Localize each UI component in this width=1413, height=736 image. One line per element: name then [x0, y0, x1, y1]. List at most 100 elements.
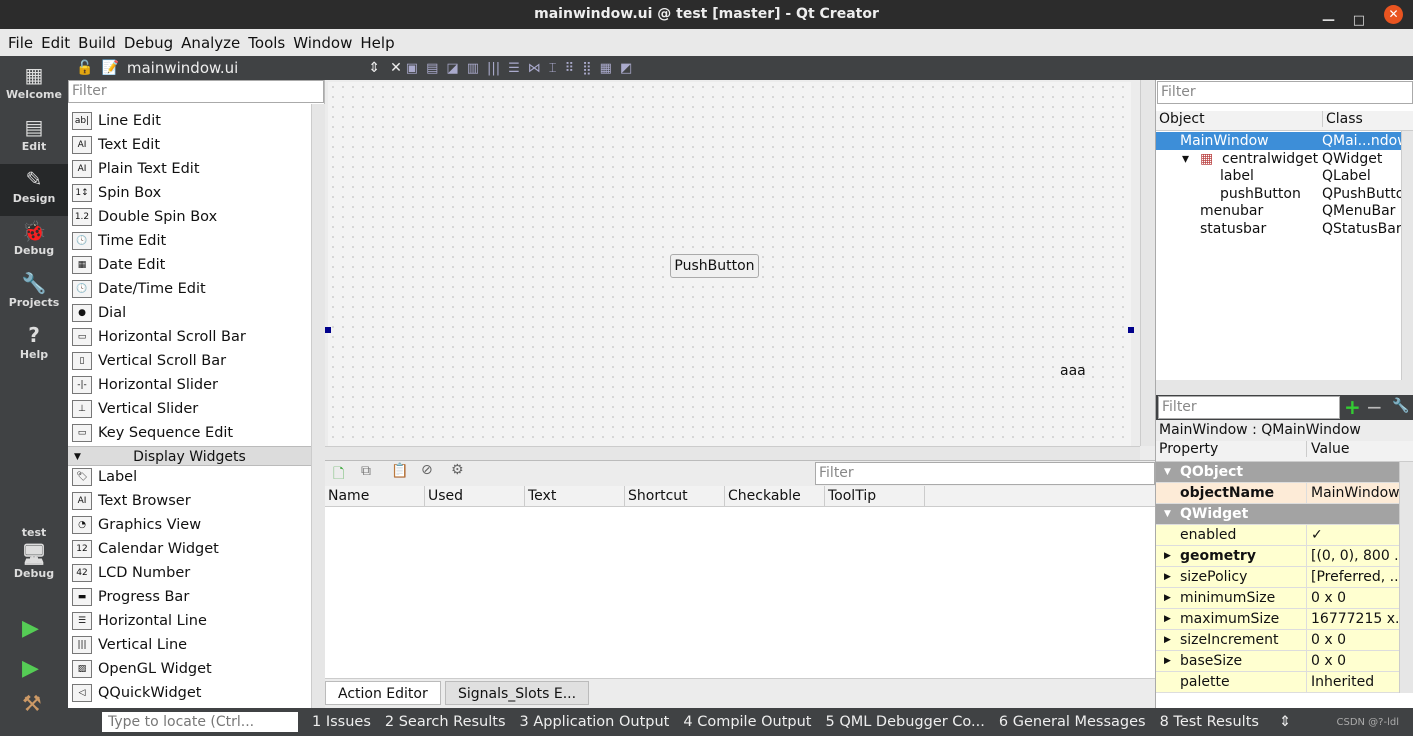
- category-display-widgets[interactable]: ▼ Display Widgets: [68, 446, 311, 466]
- widget-vertical-scroll-bar[interactable]: ▯ Vertical Scroll Bar: [72, 349, 226, 373]
- paste-action-icon[interactable]: 📋: [391, 463, 408, 479]
- column-shortcut[interactable]: Shortcut: [625, 486, 725, 506]
- build-icon[interactable]: ⚒: [22, 692, 42, 717]
- expand-arrow-icon[interactable]: ▶: [1164, 630, 1171, 650]
- layout-form-icon[interactable]: ⠿: [565, 61, 575, 76]
- mode-welcome[interactable]: ▦ Welcome: [0, 60, 68, 112]
- new-action-icon[interactable]: 🗋: [333, 463, 344, 487]
- edit-buddies-icon[interactable]: ◪: [446, 61, 458, 76]
- widget-text-browser[interactable]: AI Text Browser: [72, 489, 191, 513]
- widget-horizontal-scroll-bar[interactable]: ▭ Horizontal Scroll Bar: [72, 325, 246, 349]
- widget-double-spin-box[interactable]: 1.2 Double Spin Box: [72, 205, 217, 229]
- property-scrollbar[interactable]: [1399, 462, 1413, 693]
- add-property-icon[interactable]: +: [1344, 395, 1361, 419]
- column-name[interactable]: Name: [325, 486, 425, 506]
- mode-edit[interactable]: ▤ Edit: [0, 112, 68, 164]
- column-tooltip[interactable]: ToolTip: [825, 486, 925, 506]
- property-value[interactable]: ✓: [1306, 525, 1323, 545]
- expand-arrow-icon[interactable]: ▶: [1164, 546, 1171, 566]
- locator-input[interactable]: Type to locate (Ctrl...: [102, 712, 298, 732]
- column-checkable[interactable]: Checkable: [725, 486, 825, 506]
- tab-signals-slots-editor[interactable]: Signals_Slots E...: [445, 681, 590, 705]
- widget-dial[interactable]: ● Dial: [72, 301, 126, 325]
- action-filter-input[interactable]: Filter: [815, 462, 1155, 485]
- layout-horizontal-icon[interactable]: |||: [487, 61, 500, 76]
- close-file-icon[interactable]: ✕: [390, 60, 402, 76]
- output-pane-5[interactable]: 5 QML Debugger Co...: [825, 714, 984, 730]
- property-row-qwidget[interactable]: ▼ QWidget: [1156, 504, 1399, 525]
- layout-grid-icon[interactable]: ⣿: [582, 61, 592, 76]
- copy-action-icon[interactable]: ⧉: [361, 463, 371, 479]
- widget-line-edit[interactable]: ab| Line Edit: [72, 109, 161, 133]
- property-row-sizepolicy[interactable]: ▶ sizePolicy [Preferred, ..: [1156, 567, 1399, 588]
- edit-tab-order-icon[interactable]: ▥: [467, 61, 479, 76]
- object-row[interactable]: statusbar QStatusBar: [1156, 220, 1402, 238]
- widget-filter-input[interactable]: Filter: [68, 80, 324, 103]
- object-tree-hscrollbar[interactable]: [1156, 380, 1413, 395]
- menu-window[interactable]: Window: [293, 34, 352, 52]
- column-text[interactable]: Text: [525, 486, 625, 506]
- edit-signals-icon[interactable]: ▤: [426, 61, 438, 76]
- expand-arrow-icon[interactable]: ▶: [1164, 588, 1171, 608]
- splitter-horizontal-icon[interactable]: ⋈: [528, 61, 541, 76]
- property-row-sizeincrement[interactable]: ▶ sizeIncrement 0 x 0: [1156, 630, 1399, 651]
- collapse-arrow-icon[interactable]: ▼: [1164, 504, 1171, 524]
- property-row-basesize[interactable]: ▶ baseSize 0 x 0: [1156, 651, 1399, 672]
- expand-arrow-icon[interactable]: ▶: [1164, 651, 1171, 671]
- widget-horizontal-slider[interactable]: -|- Horizontal Slider: [72, 373, 218, 397]
- widget-opengl-widget[interactable]: ▨ OpenGL Widget: [72, 657, 212, 681]
- property-row-enabled[interactable]: enabled ✓: [1156, 525, 1399, 546]
- resize-handle-left[interactable]: [325, 327, 331, 333]
- splitter-vertical-icon[interactable]: ⌶: [549, 61, 557, 76]
- object-row[interactable]: label QLabel: [1156, 167, 1401, 185]
- form-label[interactable]: aaa: [1060, 363, 1086, 379]
- menu-file[interactable]: File: [8, 34, 33, 52]
- property-row-minimumsize[interactable]: ▶ minimumSize 0 x 0: [1156, 588, 1399, 609]
- property-filter-input[interactable]: Filter: [1158, 396, 1340, 419]
- menu-build[interactable]: Build: [78, 34, 116, 52]
- adjust-size-icon[interactable]: ◩: [620, 61, 632, 76]
- kit-selector[interactable]: test 🖥 Debug: [0, 526, 68, 596]
- widget-key-sequence-edit[interactable]: ▭ Key Sequence Edit: [72, 421, 233, 445]
- open-file-selector[interactable]: mainwindow.ui: [127, 59, 238, 77]
- widget-calendar-widget[interactable]: 12 Calendar Widget: [72, 537, 219, 561]
- expand-arrow-icon[interactable]: ▶: [1164, 567, 1171, 587]
- output-pane-4[interactable]: 4 Compile Output: [683, 714, 811, 730]
- mode-help[interactable]: ? Help: [0, 320, 68, 372]
- widget-date-edit[interactable]: ▦ Date Edit: [72, 253, 165, 277]
- output-pane-6[interactable]: 6 General Messages: [999, 714, 1146, 730]
- widget-lcd-number[interactable]: 42 LCD Number: [72, 561, 190, 585]
- object-tree-scrollbar[interactable]: [1401, 131, 1413, 380]
- object-row[interactable]: menubar QMenuBar: [1156, 202, 1401, 220]
- widget-box-scrollbar[interactable]: [311, 104, 325, 708]
- property-row-qobject[interactable]: ▼ QObject: [1156, 462, 1399, 483]
- debug-run-icon[interactable]: ▶: [22, 656, 39, 681]
- widget-progress-bar[interactable]: ▬ Progress Bar: [72, 585, 189, 609]
- collapse-arrow-icon[interactable]: ▼: [1164, 462, 1171, 482]
- expand-arrow-icon[interactable]: ▶: [1164, 609, 1171, 629]
- property-row-maximumsize[interactable]: ▶ maximumSize 16777215 x..: [1156, 609, 1399, 630]
- run-icon[interactable]: ▶: [22, 616, 39, 641]
- form-horizontal-scrollbar[interactable]: [325, 446, 1140, 460]
- resize-handle-right[interactable]: [1128, 327, 1134, 333]
- menu-edit[interactable]: Edit: [41, 34, 70, 52]
- property-row-objectname[interactable]: objectName MainWindow: [1156, 483, 1399, 504]
- menu-analyze[interactable]: Analyze: [181, 34, 240, 52]
- widget-text-edit[interactable]: AI Text Edit: [72, 133, 160, 157]
- mode-design[interactable]: ✎ Design: [0, 164, 68, 216]
- edit-widgets-icon[interactable]: ▣: [406, 61, 418, 76]
- widget-horizontal-line[interactable]: ☰ Horizontal Line: [72, 609, 207, 633]
- delete-action-icon[interactable]: ⊘: [421, 462, 433, 478]
- widget-date-time-edit[interactable]: 🕓 Date/Time Edit: [72, 277, 206, 301]
- layout-vertical-icon[interactable]: ☰: [508, 61, 520, 76]
- output-pane-1[interactable]: 1 Issues: [312, 714, 371, 730]
- object-row[interactable]: pushButton QPushButto: [1156, 185, 1404, 203]
- column-used[interactable]: Used: [425, 486, 525, 506]
- property-row-geometry[interactable]: ▶ geometry [(0, 0), 800 ...: [1156, 546, 1399, 567]
- remove-property-icon[interactable]: −: [1366, 395, 1383, 419]
- menu-debug[interactable]: Debug: [124, 34, 173, 52]
- break-layout-icon[interactable]: ▦: [600, 61, 612, 76]
- mode-projects[interactable]: 🔧 Projects: [0, 268, 68, 320]
- property-row-palette[interactable]: palette Inherited: [1156, 672, 1399, 693]
- close-button[interactable]: ✕: [1384, 5, 1403, 24]
